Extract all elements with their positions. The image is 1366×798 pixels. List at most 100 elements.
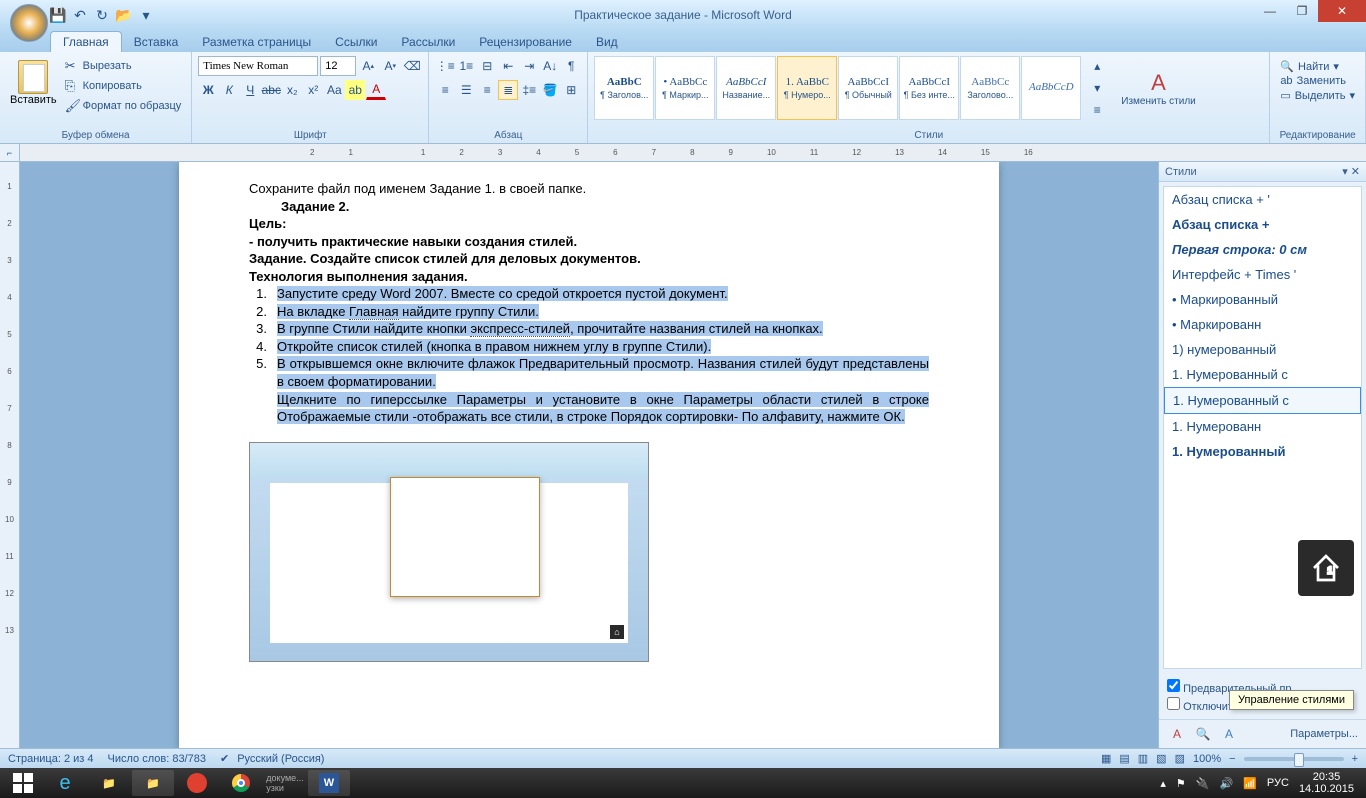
sort-button[interactable]: A↓ [540,56,560,76]
bullets-button[interactable]: ⋮≡ [435,56,455,76]
styles-pane-header[interactable]: Стили ▾ ✕ [1159,162,1366,182]
close-button[interactable]: ✕ [1318,0,1366,22]
gallery-more-icon[interactable]: ≡ [1087,100,1107,120]
line-spacing-button[interactable]: ‡≡ [519,80,539,100]
style-item[interactable]: AaBbCcI¶ Обычный [838,56,898,120]
zoom-out-icon[interactable]: − [1229,753,1235,765]
grow-font-icon[interactable]: A▴ [358,56,378,76]
font-size-input[interactable]: 12 [320,56,356,76]
style-item[interactable]: AaBbCcЗаголово... [960,56,1020,120]
tray-network-icon[interactable]: 📶 [1243,777,1257,790]
documents-icon[interactable]: докуме...узки [264,770,306,796]
manage-styles-icon[interactable]: A [1219,724,1239,744]
minimize-button[interactable]: — [1254,0,1286,22]
tab-insert[interactable]: Вставка [122,32,191,52]
ruler-corner[interactable]: ⌐ [0,144,20,161]
proofing-icon[interactable]: ✔ [220,752,229,765]
style-item[interactable]: 1. AaBbC¶ Нумеро... [777,56,837,120]
style-inspector-icon[interactable]: 🔍 [1193,724,1213,744]
tab-layout[interactable]: Разметка страницы [190,32,323,52]
ie-icon[interactable]: e [44,770,86,796]
style-list-item[interactable]: 1. Нумерованн [1164,414,1361,439]
subscript-button[interactable]: x₂ [282,80,302,100]
pane-close-icon[interactable]: ▾ ✕ [1342,165,1360,178]
document-page[interactable]: Сохраните файл под именем Задание 1. в с… [179,162,999,748]
view-draft-icon[interactable]: ▨ [1175,752,1185,765]
tab-references[interactable]: Ссылки [323,32,389,52]
style-item[interactable]: • AaBbCc¶ Маркир... [655,56,715,120]
view-print-icon[interactable]: ▦ [1101,752,1111,765]
gallery-up-icon[interactable]: ▴ [1087,56,1107,76]
style-item[interactable]: AaBbCcIНазвание... [716,56,776,120]
font-color-button[interactable]: A [366,80,386,100]
tray-volume-icon[interactable]: 🔊 [1220,777,1234,790]
style-item[interactable]: AaBbCcI¶ Без инте... [899,56,959,120]
tab-view[interactable]: Вид [584,32,630,52]
style-list-item[interactable]: 1) нумерованный [1164,337,1361,362]
bold-button[interactable]: Ж [198,80,218,100]
paste-button[interactable]: Вставить [6,56,61,116]
font-name-input[interactable]: Times New Roman [198,56,318,76]
tray-clock[interactable]: 20:35 14.10.2015 [1299,771,1354,795]
view-outline-icon[interactable]: ▧ [1156,752,1166,765]
style-list-item[interactable]: Абзац списка + ' [1164,187,1361,212]
page-status[interactable]: Страница: 2 из 4 [8,753,94,765]
format-painter-button[interactable]: 🖌Формат по образцу [61,96,186,116]
copy-button[interactable]: ⎘Копировать [61,76,186,96]
align-right-button[interactable]: ≡ [477,80,497,100]
qat-dropdown-icon[interactable]: ▾ [138,7,154,23]
style-item[interactable]: AaBbCcD [1021,56,1081,120]
numbering-button[interactable]: 1≡ [456,56,476,76]
tab-home[interactable]: Главная [50,31,122,52]
gallery-down-icon[interactable]: ▾ [1087,78,1107,98]
borders-button[interactable]: ⊞ [561,80,581,100]
style-item[interactable]: AaBbC¶ Заголов... [594,56,654,120]
style-list-item[interactable]: Первая строка: 0 см [1164,237,1361,262]
tab-mailings[interactable]: Рассылки [389,32,467,52]
zoom-in-icon[interactable]: + [1352,753,1358,765]
highlight-button[interactable]: ab [345,80,365,100]
word-icon[interactable]: W [308,770,350,796]
zoom-slider[interactable] [1244,757,1344,761]
style-list-item[interactable]: • Маркированн [1164,312,1361,337]
horizontal-ruler[interactable]: 2112345678910111213141516 [20,144,1366,161]
style-list-item[interactable]: 1. Нумерованный с [1164,362,1361,387]
maximize-button[interactable]: ❐ [1286,0,1318,22]
cut-button[interactable]: ✂Вырезать [61,56,186,76]
start-button[interactable] [4,773,42,793]
styles-gallery[interactable]: AaBbC¶ Заголов... • AaBbCc¶ Маркир... Aa… [594,56,1081,120]
app-icon[interactable] [176,770,218,796]
align-left-button[interactable]: ≡ [435,80,455,100]
align-center-button[interactable]: ☰ [456,80,476,100]
view-web-icon[interactable]: ▥ [1138,752,1148,765]
multilevel-button[interactable]: ⊟ [477,56,497,76]
tray-power-icon[interactable]: 🔌 [1196,777,1210,790]
replace-button[interactable]: abЗаменить [1280,75,1355,87]
undo-icon[interactable]: ↶ [72,7,88,23]
case-button[interactable]: Aa [324,80,344,100]
shading-button[interactable]: 🪣 [540,80,560,100]
chrome-icon[interactable] [220,770,262,796]
word-count[interactable]: Число слов: 83/783 [108,753,206,765]
indent-inc-button[interactable]: ⇥ [519,56,539,76]
params-link[interactable]: Параметры... [1290,728,1358,740]
style-list-item[interactable]: Абзац списка + [1164,212,1361,237]
explorer-window-icon[interactable]: 📁 [132,770,174,796]
italic-button[interactable]: К [219,80,239,100]
style-list-item[interactable]: • Маркированный [1164,287,1361,312]
clear-format-icon[interactable]: ⌫ [402,56,422,76]
tab-review[interactable]: Рецензирование [467,32,584,52]
new-style-icon[interactable]: A [1167,724,1187,744]
floating-home-button[interactable]: 1 [1298,540,1354,596]
tray-up-icon[interactable]: ▴ [1160,777,1166,790]
show-marks-button[interactable]: ¶ [561,56,581,76]
underline-button[interactable]: Ч [240,80,260,100]
select-button[interactable]: ▭Выделить ▾ [1280,89,1355,102]
office-button[interactable] [10,4,48,42]
shrink-font-icon[interactable]: A▾ [380,56,400,76]
view-read-icon[interactable]: ▤ [1119,752,1129,765]
vertical-ruler[interactable]: 12345678910111213 [0,162,20,748]
find-button[interactable]: 🔍Найти ▾ [1280,60,1355,73]
save-icon[interactable]: 💾 [50,7,66,23]
align-justify-button[interactable]: ≣ [498,80,518,100]
